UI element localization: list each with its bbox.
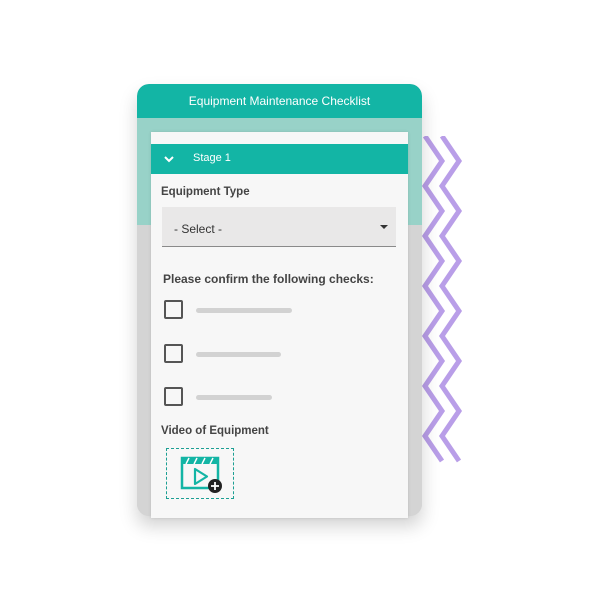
stage-label: Stage 1 <box>193 152 231 164</box>
check-text-placeholder <box>196 395 272 400</box>
stage-header[interactable]: Stage 1 <box>151 144 408 174</box>
equipment-type-label: Equipment Type <box>161 186 250 198</box>
video-add-icon <box>180 456 222 493</box>
chevron-down-icon[interactable] <box>163 153 175 165</box>
checkbox[interactable] <box>164 387 183 406</box>
checkbox[interactable] <box>164 300 183 319</box>
check-text-placeholder <box>196 352 281 357</box>
checks-label: Please confirm the following checks: <box>163 272 374 286</box>
check-item <box>164 344 394 368</box>
illustration: Equipment Maintenance Checklist Stage 1 … <box>0 0 600 600</box>
video-upload-button[interactable] <box>166 448 234 499</box>
select-value: - Select - <box>174 222 223 236</box>
card-title: Equipment Maintenance Checklist <box>137 84 422 118</box>
video-label: Video of Equipment <box>161 425 269 437</box>
check-item <box>164 300 394 324</box>
check-text-placeholder <box>196 308 292 313</box>
caret-down-icon <box>380 225 388 229</box>
checkbox[interactable] <box>164 344 183 363</box>
form-panel: Stage 1 Equipment Type - Select - Please… <box>151 132 408 518</box>
equipment-type-select[interactable]: - Select - <box>162 207 396 247</box>
check-item <box>164 387 394 411</box>
zigzag-decoration <box>421 136 463 463</box>
